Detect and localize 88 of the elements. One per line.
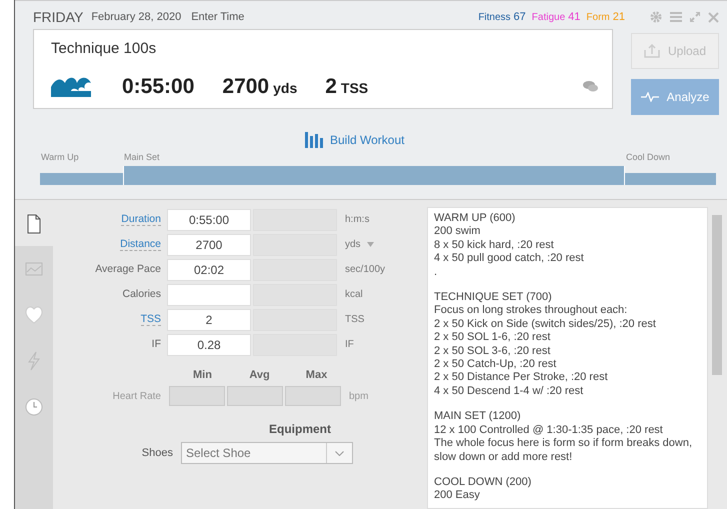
note-line: 4 x 50 pull good catch, :20 rest bbox=[434, 252, 585, 266]
settings-icon[interactable] bbox=[650, 11, 662, 23]
equipment-heading: Equipment bbox=[269, 421, 332, 438]
note-line: 200 Easy bbox=[434, 489, 481, 503]
value-field[interactable]: 02:02 bbox=[167, 258, 251, 280]
sidebar-tab[interactable] bbox=[15, 200, 53, 246]
notes-field[interactable] bbox=[427, 207, 708, 509]
unit-label: sec/100y bbox=[345, 263, 386, 277]
value-field[interactable]: 0.28 bbox=[167, 334, 251, 356]
unit-label: TSS bbox=[345, 313, 364, 327]
analyze-button[interactable]: Analyze bbox=[631, 79, 719, 115]
field-label[interactable]: TSS bbox=[53, 312, 167, 328]
heart-rate-min-field[interactable] bbox=[169, 386, 225, 406]
comments-icon[interactable] bbox=[583, 80, 598, 92]
note-line: 12 x 100 Controlled @ 1:30-1:35 pace, :20 rest bbox=[434, 424, 664, 438]
note-line: 200 swim bbox=[434, 225, 482, 239]
value-field[interactable]: 2 bbox=[167, 308, 251, 330]
metric-label: Fatigue bbox=[532, 10, 566, 25]
pulse-icon bbox=[640, 92, 659, 102]
tss-unit: TSS bbox=[340, 78, 368, 98]
day-label: FRIDAY bbox=[33, 8, 84, 26]
field-label[interactable]: Duration bbox=[53, 212, 167, 228]
field-label: Average Pace bbox=[94, 262, 162, 277]
document-icon bbox=[25, 212, 43, 234]
distance-unit: yds bbox=[273, 78, 298, 98]
clock-icon bbox=[25, 396, 43, 418]
column-heading: Avg bbox=[248, 368, 271, 383]
phase-bar[interactable] bbox=[40, 173, 123, 185]
note-line: 8 x 50 kick hard, :20 rest bbox=[434, 238, 555, 252]
distance-value: 2700 bbox=[222, 74, 270, 100]
metric-value: 41 bbox=[568, 10, 580, 25]
heart-rate-avg-field[interactable] bbox=[227, 386, 283, 406]
note-line: 4 x 50 Descend 1-4 w/ :20 rest bbox=[434, 384, 584, 398]
power-icon bbox=[25, 350, 43, 372]
metric-value: 67 bbox=[514, 10, 526, 25]
enter-time-link[interactable]: Enter Time bbox=[191, 8, 244, 26]
value-field[interactable] bbox=[167, 284, 251, 306]
note-line: . bbox=[434, 266, 438, 280]
workout-title: Technique 100s bbox=[51, 39, 158, 59]
note-line: 2 x 50 Distance Per Stroke, :20 rest bbox=[434, 371, 609, 385]
note-line: Focus on long strokes throughout each: bbox=[434, 304, 628, 318]
phase-label: Main Set bbox=[123, 151, 161, 164]
note-line: 2 x 50 SOL 3-6, :20 rest bbox=[434, 344, 552, 358]
column-heading: Max bbox=[304, 368, 328, 383]
unit-label: kcal bbox=[345, 288, 363, 302]
menu-icon[interactable] bbox=[670, 12, 682, 22]
field-label: Calories bbox=[121, 286, 162, 302]
value-field[interactable]: 0:55:00 bbox=[167, 208, 251, 230]
note-line: COOL DOWN (200) bbox=[434, 476, 532, 490]
note-line: TECHNIQUE SET (700) bbox=[434, 291, 553, 304]
field-label: Heart Rate bbox=[112, 390, 162, 404]
phase-label: Cool Down bbox=[625, 151, 672, 164]
field-label[interactable]: Distance bbox=[53, 236, 167, 252]
phase-label: Warm Up bbox=[40, 151, 80, 164]
phase-bar[interactable] bbox=[625, 173, 716, 185]
chevron-down-icon bbox=[335, 450, 344, 456]
swim-wave-icon bbox=[51, 75, 91, 98]
phase-bar[interactable] bbox=[123, 166, 625, 185]
upload-icon bbox=[644, 44, 660, 58]
expand-icon[interactable] bbox=[690, 12, 700, 22]
close-icon[interactable] bbox=[708, 12, 719, 22]
unit-label: IF bbox=[345, 338, 354, 352]
unit-label: h:m:s bbox=[345, 213, 370, 227]
date-label: February 28, 2020 bbox=[91, 10, 182, 25]
value-field[interactable]: 2700 bbox=[167, 234, 251, 256]
note-line: MAIN SET (1200) bbox=[434, 410, 522, 424]
shoe-select[interactable]: Select Shoe bbox=[181, 442, 353, 464]
metric-label: Fitness bbox=[478, 10, 511, 25]
bar-chart-icon[interactable] bbox=[305, 132, 324, 148]
heart-icon bbox=[25, 304, 43, 326]
column-heading: Min bbox=[192, 368, 213, 383]
scrollbar[interactable] bbox=[712, 215, 722, 375]
unit-label: bpm bbox=[349, 390, 368, 404]
dropdown-arrow-icon[interactable] bbox=[366, 242, 374, 247]
unit-label: yds bbox=[345, 238, 361, 252]
field-label: Shoes bbox=[140, 446, 174, 461]
note-line: WARM UP (600) bbox=[434, 212, 516, 226]
note-line: 2 x 50 Catch-Up, :20 rest bbox=[434, 358, 558, 372]
metric-label: Form bbox=[586, 10, 610, 25]
note-line: 2 x 50 Kick on Side (switch sides/25), :20 rest bbox=[434, 318, 657, 332]
tss-value: 2 bbox=[325, 74, 337, 100]
note-line: The whole focus here is form so if form breaks down, slow down or add more rest! bbox=[434, 437, 693, 464]
build-workout-link[interactable]: Build Workout bbox=[330, 131, 404, 149]
metric-value: 21 bbox=[612, 10, 625, 25]
duration-value: 0:55:00 bbox=[122, 74, 194, 100]
heart-rate-max-field[interactable] bbox=[285, 386, 341, 406]
field-label: IF bbox=[150, 336, 162, 352]
note-line: 2 x 50 SOL 1-6, :20 rest bbox=[434, 331, 552, 345]
